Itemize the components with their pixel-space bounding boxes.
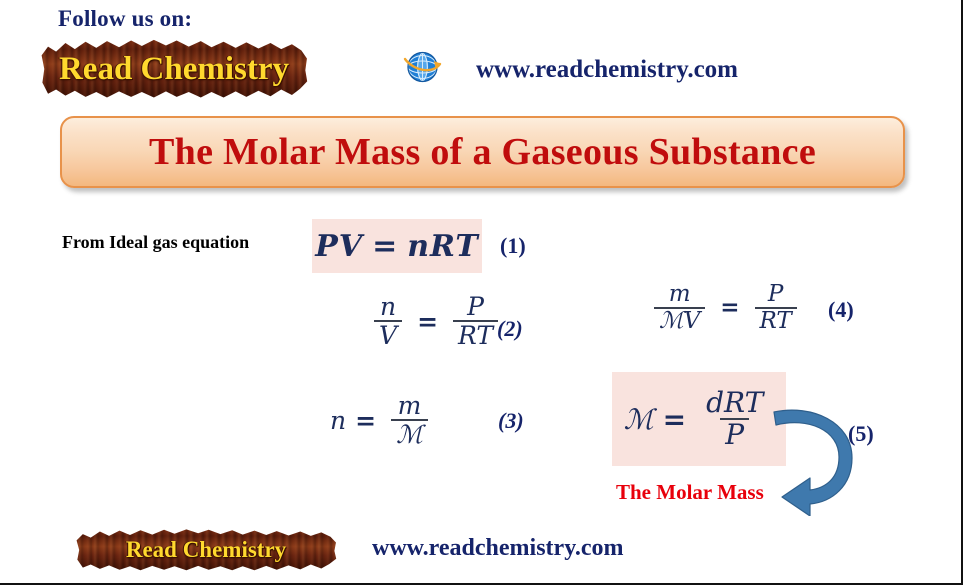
brand-logo-header-text: Read Chemistry	[58, 50, 290, 87]
equation-5-rhs-fraction: dRT P	[701, 385, 768, 450]
follow-us-label: Follow us on:	[58, 6, 193, 31]
equation-1: PV = nRT	[315, 229, 479, 264]
equation-1-lhs: PV	[315, 228, 364, 264]
equation-5: ℳ = dRT P	[623, 385, 775, 450]
equation-4: m ℳV = P RT	[648, 282, 803, 334]
equation-2-lhs-denominator: V	[374, 320, 403, 349]
equation-3-rhs-fraction: m ℳ	[391, 392, 428, 448]
equation-3-number: (3)	[498, 408, 524, 433]
page-title: The Molar Mass of a Gaseous Substance	[149, 131, 816, 173]
equation-3-lhs: n	[330, 405, 347, 435]
equation-5-rhs-denominator: P	[720, 418, 750, 450]
equation-3: n = m ℳ	[330, 392, 434, 448]
slide-canvas: Follow us on: Read Chemistry www.readche…	[0, 0, 963, 585]
equation-2-rhs-numerator: P	[467, 292, 484, 321]
equation-4-lhs-denominator: ℳV	[654, 306, 706, 334]
molar-mass-callout: The Molar Mass	[616, 480, 764, 504]
equation-4-rhs-denominator: RT	[754, 306, 797, 334]
equation-2-lhs-numerator: n	[379, 292, 397, 321]
equation-1-number: (1)	[500, 233, 526, 258]
equation-2-lhs-fraction: n V	[374, 292, 403, 349]
equation-4-number: (4)	[828, 297, 854, 322]
curved-arrow-icon	[766, 400, 870, 517]
equation-5-equals: =	[662, 402, 687, 436]
equation-4-lhs-fraction: m ℳV	[654, 281, 706, 334]
equation-1-equals: =	[372, 228, 399, 264]
globe-icon	[401, 45, 443, 87]
lead-label: From Ideal gas equation	[62, 232, 250, 252]
equation-4-equals: =	[720, 294, 740, 322]
brand-logo-footer[interactable]: Read Chemistry	[75, 528, 337, 572]
equation-2-equals: =	[417, 306, 439, 336]
brand-logo-footer-text: Read Chemistry	[125, 537, 287, 562]
website-url-header[interactable]: www.readchemistry.com	[476, 56, 738, 84]
equation-2-number: (2)	[497, 316, 523, 341]
brand-logo-header[interactable]: Read Chemistry	[40, 38, 308, 100]
equation-2: n V = P RT	[368, 293, 504, 349]
equation-1-box: PV = nRT	[312, 219, 482, 273]
equation-4-rhs-numerator: P	[767, 281, 784, 307]
equation-4-rhs-fraction: P RT	[754, 281, 797, 334]
equation-5-lhs: ℳ	[623, 402, 654, 436]
equation-3-rhs-denominator: ℳ	[391, 419, 428, 448]
equation-5-rhs-numerator: dRT	[706, 385, 764, 419]
equation-2-rhs-fraction: P RT	[453, 292, 499, 349]
equation-4-lhs-numerator: m	[668, 281, 691, 307]
equation-2-rhs-denominator: RT	[453, 320, 499, 349]
equation-3-rhs-numerator: m	[397, 391, 422, 420]
equation-1-rhs: nRT	[407, 228, 479, 264]
equation-3-equals: =	[355, 405, 377, 435]
title-banner: The Molar Mass of a Gaseous Substance	[60, 116, 905, 188]
website-url-footer[interactable]: www.readchemistry.com	[372, 535, 624, 562]
equation-5-box: ℳ = dRT P	[612, 372, 786, 466]
